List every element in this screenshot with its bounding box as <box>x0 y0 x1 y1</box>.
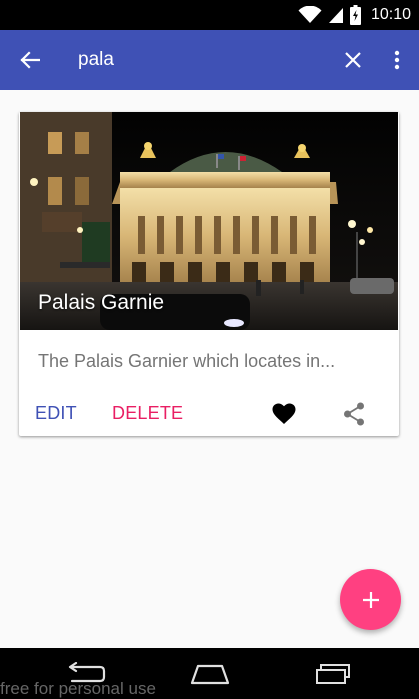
plus-icon <box>362 591 379 608</box>
place-description: The Palais Garnier which locates in... <box>38 351 336 371</box>
more-vert-icon <box>394 50 400 70</box>
screen: 10:10 pala Palais Garnie The Palais Garn… <box>0 0 419 699</box>
status-time: 10:10 <box>370 6 411 23</box>
card-actions: EDIT DELETE <box>19 395 399 431</box>
place-card[interactable]: Palais Garnie The Palais Garnier which l… <box>19 112 399 436</box>
status-bar: 10:10 <box>0 0 419 30</box>
delete-button[interactable]: DELETE <box>112 403 183 424</box>
add-place-fab[interactable] <box>340 569 401 630</box>
clear-search-button[interactable] <box>331 30 375 90</box>
nav-home-button[interactable] <box>183 648 237 699</box>
close-icon <box>345 52 361 68</box>
overflow-menu-button[interactable] <box>375 30 419 90</box>
back-button[interactable] <box>0 30 60 90</box>
place-title: Palais Garnie <box>38 291 165 314</box>
heart-icon <box>272 403 296 424</box>
arrow-back-icon <box>20 51 40 69</box>
watermark-text: free for personal use <box>0 679 156 698</box>
favorite-button[interactable] <box>269 399 299 429</box>
search-input[interactable]: pala <box>60 49 331 71</box>
place-photo: Palais Garnie <box>20 112 398 330</box>
nav-recent-button[interactable] <box>306 648 360 699</box>
share-button[interactable] <box>339 399 369 429</box>
share-icon <box>344 402 364 426</box>
search-app-bar: pala <box>0 30 419 90</box>
nav-recent-icon <box>316 663 350 684</box>
edit-button[interactable]: EDIT <box>35 403 77 424</box>
wifi-icon <box>298 6 322 24</box>
battery-icon <box>349 5 361 25</box>
signal-icon <box>328 6 344 24</box>
nav-home-icon <box>190 664 230 684</box>
